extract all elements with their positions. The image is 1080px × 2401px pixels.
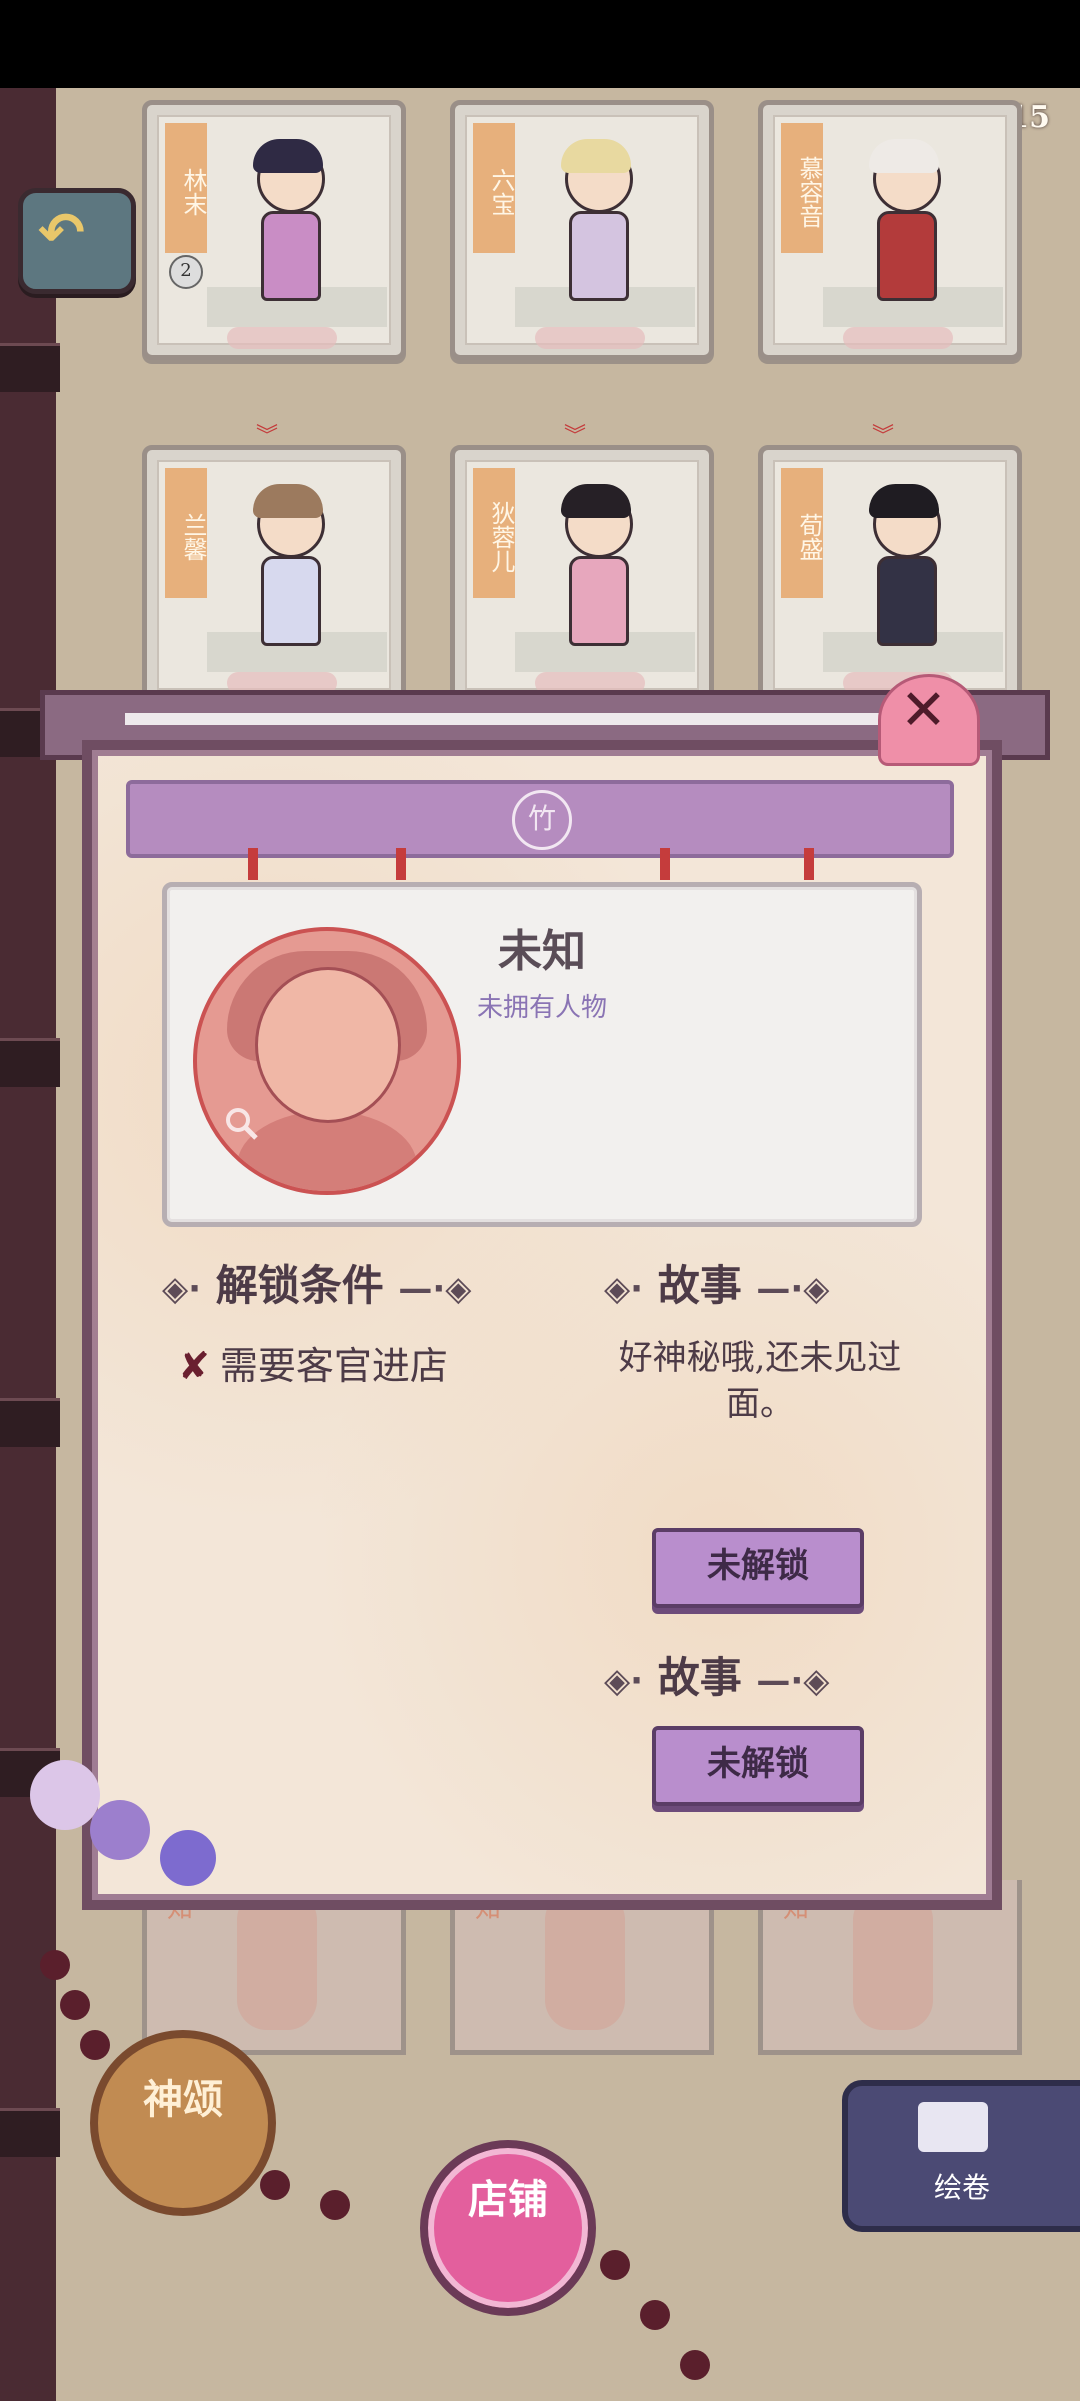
character-card[interactable]: 荀盛 <box>758 445 1022 705</box>
shop-button[interactable]: 店铺 <box>420 2140 596 2316</box>
flower-decoration <box>90 1800 150 1860</box>
shenzhi-label: 神颂 <box>143 2076 223 2123</box>
close-icon: ✕ <box>900 678 947 743</box>
character-name: 未知 <box>498 926 586 977</box>
story-text: 好神秘哦,还未见过面。 <box>618 1338 902 1424</box>
card-name: 慕容音 <box>781 123 823 253</box>
character-portrait <box>247 139 327 315</box>
diamond-icon: —·◈ <box>756 1661 830 1701</box>
scroll-icon <box>918 2102 988 2152</box>
profile-card: 未知 未拥有人物 <box>162 882 922 1227</box>
close-button[interactable]: ✕ <box>870 668 980 768</box>
unlock-condition-heading: ◈· 解锁条件 —·◈ <box>162 1261 472 1310</box>
diamond-icon: ◈· <box>604 1661 644 1701</box>
story-heading-2: ◈· 故事 —·◈ <box>604 1653 830 1702</box>
story-locked-button[interactable]: 未解锁 <box>652 1528 864 1608</box>
card-name: 荀盛 <box>781 468 823 598</box>
card-name: 狄蓉儿 <box>473 468 515 598</box>
scroll-label: 绘卷 <box>934 2171 991 2204</box>
character-portrait <box>863 139 943 315</box>
ownership-status: 未拥有人物 <box>476 993 607 1023</box>
character-portrait <box>247 484 327 660</box>
character-card[interactable]: 林末 2 <box>142 100 406 360</box>
diamond-icon: —·◈ <box>398 1269 472 1309</box>
shenzhi-button[interactable]: 神颂 <box>90 2030 276 2216</box>
story-locked-button-2[interactable]: 未解锁 <box>652 1726 864 1806</box>
diamond-icon: —·◈ <box>756 1269 830 1309</box>
flower-decoration <box>160 1830 216 1886</box>
flower-decoration <box>30 1760 100 1830</box>
chevron-down-icon: ︾ <box>871 424 894 449</box>
shop-label: 店铺 <box>468 2176 548 2223</box>
chevron-down-icon: ︾ <box>563 424 586 449</box>
card-name: 林末 <box>165 123 207 253</box>
card-name: 六宝 <box>473 123 515 253</box>
character-card[interactable]: 慕容音 <box>758 100 1022 360</box>
character-card[interactable]: 狄蓉儿 <box>450 445 714 705</box>
card-name: 兰馨 <box>165 468 207 598</box>
character-card[interactable]: 六宝 <box>450 100 714 360</box>
diamond-icon: ◈· <box>162 1269 202 1309</box>
scroll-gallery-button[interactable]: 绘卷 <box>842 2080 1080 2232</box>
back-button[interactable]: ↶ <box>12 178 136 294</box>
character-portrait <box>863 484 943 660</box>
character-portrait <box>555 484 635 660</box>
modal-banner: 竹 <box>126 780 954 858</box>
search-icon <box>226 1108 258 1140</box>
character-card[interactable]: 兰馨 <box>142 445 406 705</box>
cross-icon: ✘ <box>178 1344 210 1388</box>
story-heading: ◈· 故事 —·◈ <box>604 1261 830 1310</box>
character-portrait <box>555 139 635 315</box>
book-spine <box>0 88 60 2401</box>
status-bar <box>0 0 1080 88</box>
bamboo-seal-icon: 竹 <box>512 790 572 850</box>
diamond-icon: ◈· <box>604 1269 644 1309</box>
level-badge: 2 <box>169 255 203 289</box>
back-arrow-icon: ↶ <box>38 201 85 266</box>
chevron-down-icon: ︾ <box>255 424 278 449</box>
unlock-condition: ✘ 需要客官进店 <box>178 1344 448 1388</box>
